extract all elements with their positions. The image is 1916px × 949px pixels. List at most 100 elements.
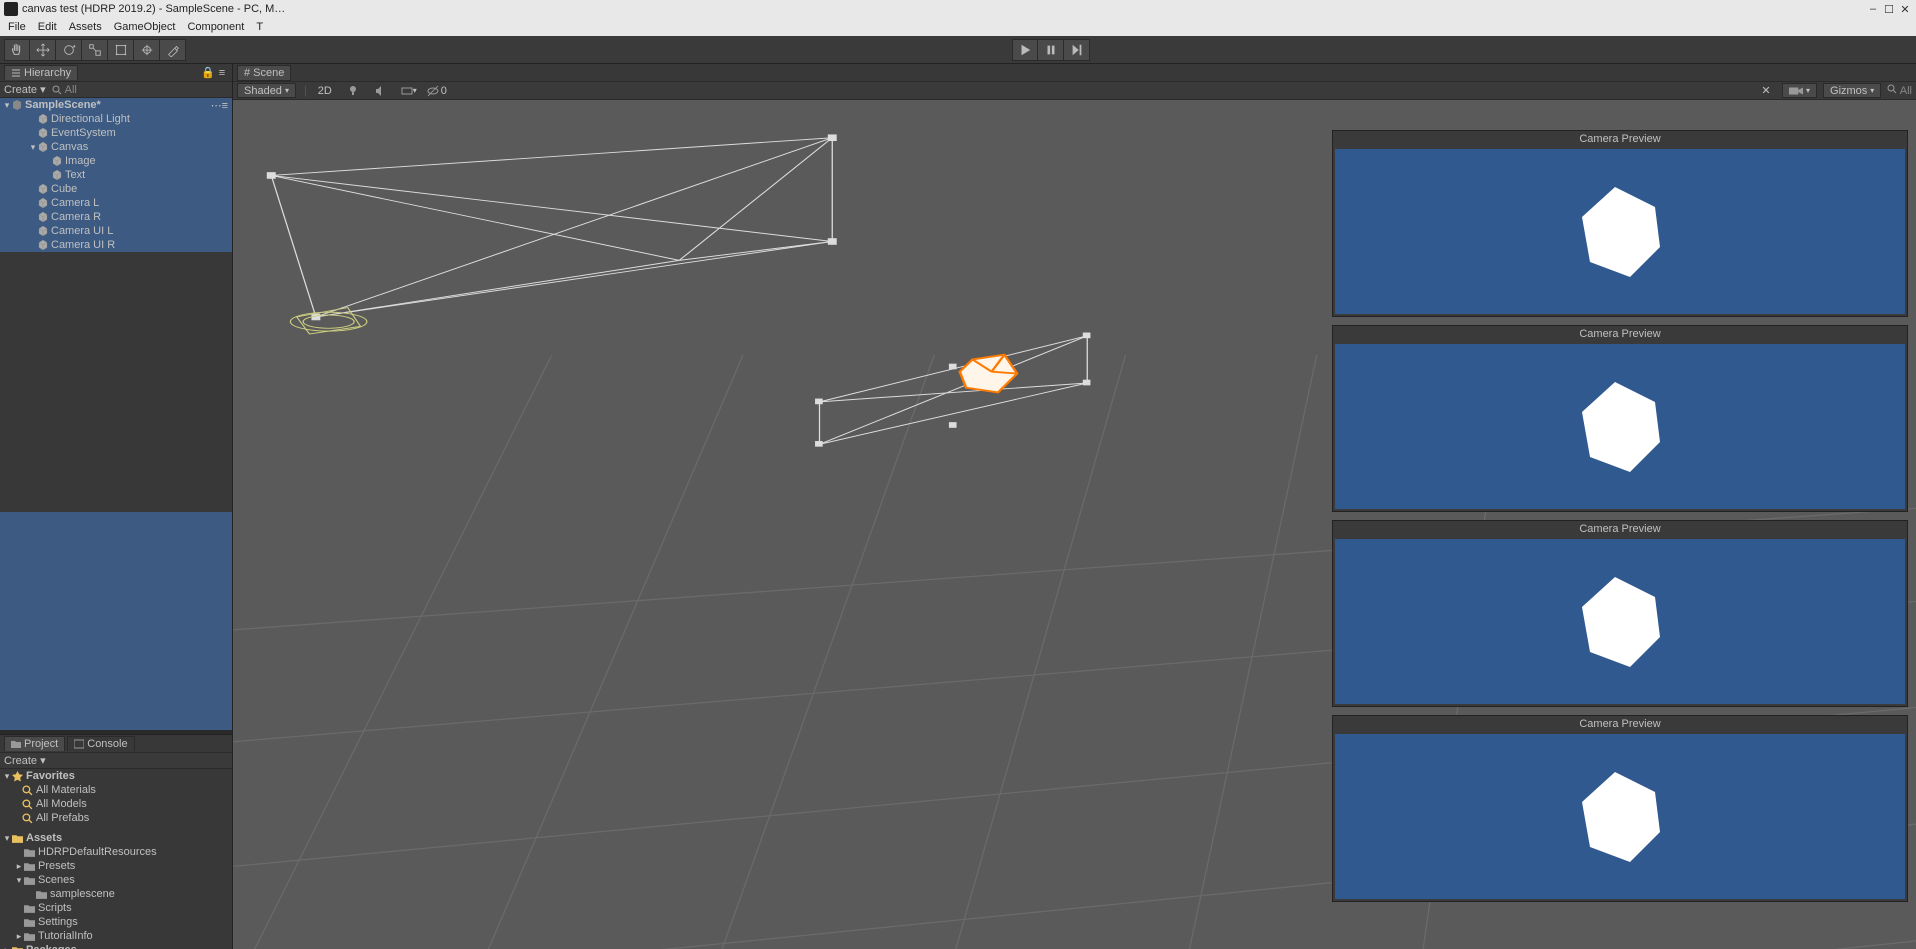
hierarchy-item[interactable]: Text — [0, 168, 232, 182]
audio-toggle[interactable] — [371, 83, 391, 98]
mode-2d-toggle[interactable]: 2D — [315, 83, 335, 98]
expand-arrow-icon[interactable]: ▸ — [2, 945, 12, 949]
hierarchy-item[interactable]: Camera R — [0, 210, 232, 224]
hierarchy-tab-options: 🔒 ≡ — [202, 67, 228, 79]
favorites-label: Favorites — [26, 770, 75, 782]
camera-preview-viewport — [1335, 344, 1905, 509]
scene-menu-icon[interactable]: ⋯≡ — [211, 99, 228, 112]
search-icon — [1887, 84, 1897, 94]
project-tab-label: Project — [24, 738, 58, 750]
hierarchy-tab-label: Hierarchy — [24, 67, 71, 79]
assets-header[interactable]: ▾ Assets — [0, 831, 232, 845]
saved-search-label: All Models — [36, 798, 87, 810]
transform-tool[interactable] — [134, 39, 160, 61]
star-icon — [12, 771, 23, 782]
expand-arrow-icon[interactable]: ▾ — [2, 100, 12, 111]
scene-tab[interactable]: # Scene — [237, 65, 291, 81]
folder-icon — [11, 739, 21, 749]
panel-lock-icon[interactable]: 🔒 — [202, 67, 214, 79]
project-folder[interactable]: samplescene — [0, 887, 232, 901]
scene-tabbar: # Scene — [233, 64, 1916, 82]
hierarchy-create-dropdown[interactable]: Create ▾ — [4, 83, 46, 96]
console-tab[interactable]: Console — [67, 736, 134, 751]
project-tree[interactable]: ▾ Favorites All MaterialsAll Models All P… — [0, 769, 232, 949]
hierarchy-tree[interactable]: ▾ SampleScene* ⋯≡ Directional LightEvent… — [0, 98, 232, 730]
move-tool[interactable] — [30, 39, 56, 61]
menu-file[interactable]: File — [2, 21, 32, 33]
rotate-tool[interactable] — [56, 39, 82, 61]
gameobject-icon — [38, 114, 48, 124]
project-subbar: Create ▾ — [0, 753, 232, 769]
hierarchy-tabbar: Hierarchy 🔒 ≡ — [0, 64, 232, 82]
hierarchy-item[interactable]: Camera UI L — [0, 224, 232, 238]
menu-gameobject[interactable]: GameObject — [108, 21, 182, 33]
project-tab[interactable]: Project — [4, 736, 65, 751]
project-create-dropdown[interactable]: Create ▾ — [4, 754, 46, 767]
hierarchy-scene-row[interactable]: ▾ SampleScene* ⋯≡ — [0, 98, 232, 112]
hierarchy-item[interactable]: Camera L — [0, 196, 232, 210]
settings-icon[interactable]: ✕ — [1756, 83, 1776, 98]
hierarchy-item[interactable]: Camera UI R — [0, 238, 232, 252]
project-folder[interactable]: HDRPDefaultResources — [0, 845, 232, 859]
scale-tool[interactable] — [82, 39, 108, 61]
saved-search[interactable]: All Prefabs — [0, 811, 232, 825]
folder-label: Scenes — [38, 874, 75, 886]
hierarchy-item[interactable]: ▾ Canvas — [0, 140, 232, 154]
scene-viewport[interactable]: y x z Camera PreviewCamera PreviewCamera… — [233, 100, 1916, 949]
gizmos-dropdown[interactable]: Gizmos ▾ — [1823, 83, 1881, 98]
minimize-button[interactable]: – — [1866, 3, 1880, 15]
lighting-toggle[interactable] — [343, 83, 363, 98]
expand-arrow-icon[interactable]: ▾ — [2, 771, 12, 782]
close-button[interactable]: ✕ — [1898, 3, 1912, 15]
hierarchy-item[interactable]: Cube — [0, 182, 232, 196]
expand-arrow-icon[interactable]: ▸ — [14, 931, 24, 942]
hierarchy-item[interactable]: EventSystem — [0, 126, 232, 140]
camera-dropdown[interactable]: ▾ — [1782, 83, 1817, 98]
play-button[interactable] — [1012, 39, 1038, 61]
pause-button[interactable] — [1038, 39, 1064, 61]
menu-edit[interactable]: Edit — [32, 21, 63, 33]
scene-search[interactable]: All — [1887, 84, 1912, 97]
shading-mode-dropdown[interactable]: Shaded ▾ — [237, 83, 296, 98]
hierarchy-search[interactable]: All — [52, 84, 77, 96]
menu-component[interactable]: Component — [181, 21, 250, 33]
favorites-header[interactable]: ▾ Favorites — [0, 769, 232, 783]
maximize-button[interactable]: ☐ — [1882, 3, 1896, 15]
hierarchy-item-label: Camera R — [51, 211, 101, 223]
custom-tool[interactable] — [160, 39, 186, 61]
project-folder[interactable]: ▸TutorialInfo — [0, 929, 232, 943]
folder-label: Settings — [38, 916, 78, 928]
expand-arrow-icon[interactable]: ▾ — [2, 833, 12, 844]
console-icon — [74, 739, 84, 749]
main-area: Hierarchy 🔒 ≡ Create ▾ All ▾ SampleScene… — [0, 64, 1916, 949]
fx-toggle[interactable]: ▾ — [399, 83, 419, 98]
expand-arrow-icon[interactable]: ▸ — [14, 861, 24, 872]
hidden-count[interactable]: 0 — [427, 83, 447, 98]
packages-header[interactable]: ▸ Packages — [0, 943, 232, 949]
expand-arrow-icon[interactable]: ▾ — [14, 875, 24, 886]
hierarchy-tab[interactable]: Hierarchy — [4, 65, 78, 80]
expand-arrow-icon[interactable]: ▾ — [28, 142, 38, 153]
project-folder[interactable]: ▾ Scenes — [0, 873, 232, 887]
hierarchy-item-label: Canvas — [51, 141, 88, 153]
hierarchy-item-label: Image — [65, 155, 96, 167]
panel-menu-icon[interactable]: ≡ — [216, 67, 228, 79]
saved-search-label: All Prefabs — [36, 812, 89, 824]
rect-tool[interactable] — [108, 39, 134, 61]
saved-search[interactable]: All Models — [0, 797, 232, 811]
hierarchy-item[interactable]: Directional Light — [0, 112, 232, 126]
hierarchy-item-label: Camera UI R — [51, 239, 115, 251]
folder-label: HDRPDefaultResources — [38, 846, 157, 858]
project-folder[interactable]: ▸Presets — [0, 859, 232, 873]
hand-tool[interactable] — [4, 39, 30, 61]
hierarchy-item[interactable]: Image — [0, 154, 232, 168]
step-button[interactable] — [1064, 39, 1090, 61]
menu-truncated[interactable]: T — [250, 21, 269, 33]
gameobject-icon — [38, 226, 48, 236]
project-folder[interactable]: Settings — [0, 915, 232, 929]
saved-search[interactable]: All Materials — [0, 783, 232, 797]
menu-assets[interactable]: Assets — [63, 21, 108, 33]
project-folder[interactable]: Scripts — [0, 901, 232, 915]
project-panel: Project Console Create ▾ ▾ Favorites All… — [0, 734, 232, 949]
folder-icon — [36, 889, 47, 900]
